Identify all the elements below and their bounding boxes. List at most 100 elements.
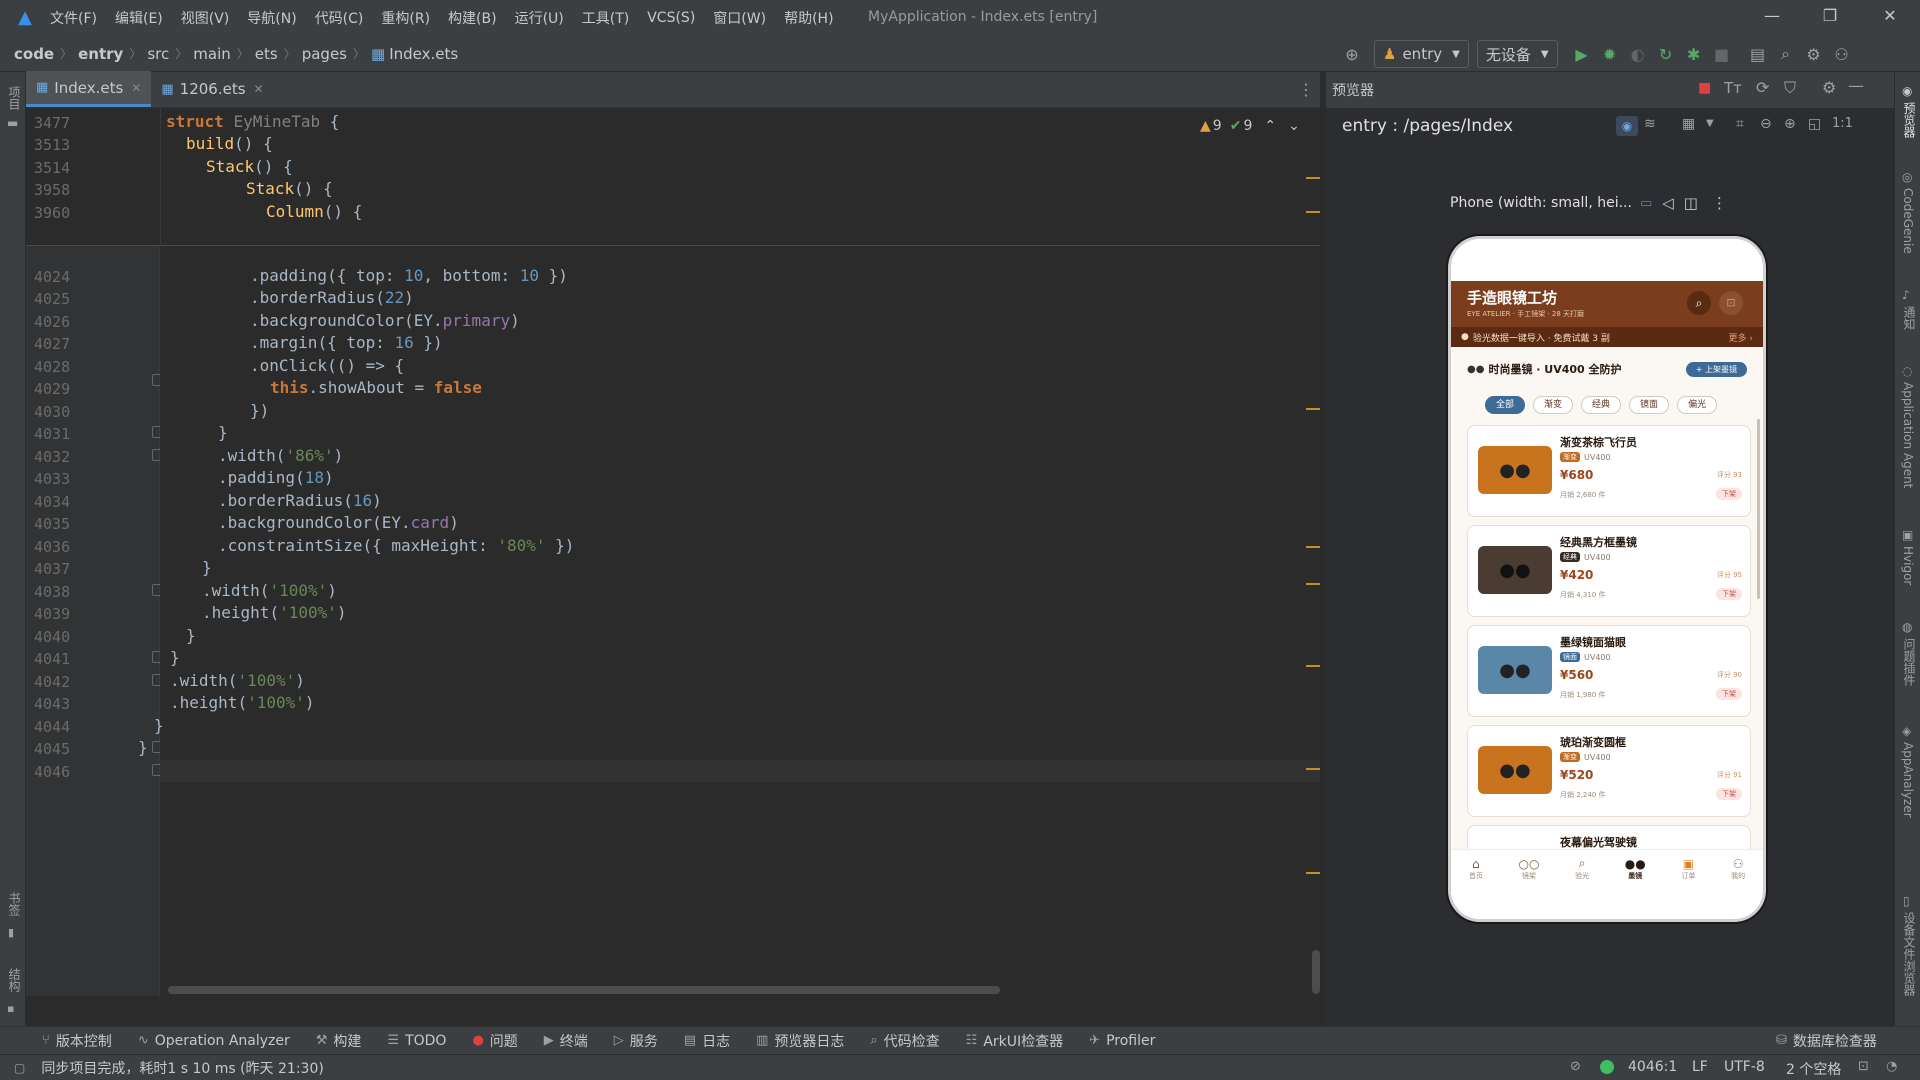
warning-marker[interactable] [1306, 768, 1320, 770]
menu-navigate[interactable]: 导航(N) [247, 8, 296, 28]
previewer-tool-button[interactable]: 预览器 [1901, 102, 1918, 138]
tab-home[interactable]: ⌂ 首页 [1469, 857, 1483, 881]
chevron-up-icon[interactable]: ⌃ [1264, 118, 1276, 134]
warning-marker[interactable] [1306, 872, 1320, 874]
inspector-icon[interactable]: ⛉ [1784, 78, 1796, 98]
menu-tools[interactable]: 工具(T) [582, 8, 629, 28]
delist-button[interactable]: 下架 [1716, 488, 1742, 500]
product-list[interactable]: ●● 渐变茶棕飞行员 渐变 UV400 ¥680 月销 2,680 件 评分 93… [1451, 419, 1763, 849]
chevron-down-icon[interactable]: ⌄ [1288, 118, 1300, 134]
arkui-inspector-button[interactable]: ☷ ArkUI检查器 [966, 1031, 1063, 1051]
debug-icon[interactable]: ✹ [1596, 45, 1624, 64]
notifications-tool-button[interactable]: 通知 [1901, 306, 1918, 330]
version-control-button[interactable]: ⑂ 版本控制 [42, 1031, 112, 1051]
vertical-scrollbar[interactable] [1312, 950, 1320, 994]
tab-mine[interactable]: ⚇ 我的 [1731, 857, 1745, 881]
build-button[interactable]: ⚒ 构建 [316, 1031, 362, 1051]
menu-refactor[interactable]: 重构(R) [381, 8, 430, 28]
breadcrumb-item[interactable]: ets 〉 [255, 45, 302, 63]
search-icon[interactable]: ⌕ [1687, 291, 1711, 315]
menu-edit[interactable]: 编辑(E) [115, 8, 163, 28]
line-separator[interactable]: LF [1692, 1059, 1708, 1075]
device-selector[interactable]: 无设备 ▼ [1476, 40, 1558, 68]
warning-marker[interactable] [1306, 211, 1320, 213]
target-icon[interactable]: ⊕ [1338, 45, 1366, 64]
menu-vcs[interactable]: VCS(S) [647, 10, 695, 26]
status-message[interactable]: 同步项目完成，耗时1 s 10 ms (昨天 21:30) [41, 1058, 323, 1078]
run-icon[interactable]: ▶ [1568, 45, 1596, 64]
appanalyzer-tool-button[interactable]: AppAnalyzer [1901, 742, 1915, 818]
breadcrumb-item[interactable]: main 〉 [193, 45, 255, 63]
menu-code[interactable]: 代码(C) [315, 8, 364, 28]
breadcrumb-item[interactable]: ▦ Index.ets [371, 45, 458, 63]
preview-eye-icon[interactable]: ◉ [1616, 116, 1638, 136]
tab-optometry[interactable]: ⌕ 验光 [1575, 856, 1589, 881]
minimize-icon[interactable]: — [1752, 6, 1792, 30]
menu-build[interactable]: 构建(B) [448, 8, 497, 28]
settings-icon[interactable]: ⚙ [1800, 45, 1828, 64]
warning-marker[interactable] [1306, 408, 1320, 410]
warning-marker[interactable] [1306, 665, 1320, 667]
chevron-down-icon[interactable]: ▼ [1706, 118, 1714, 129]
breadcrumb-item[interactable]: code 〉 [14, 45, 78, 63]
back-icon[interactable]: ◁ [1662, 194, 1674, 212]
horizontal-scrollbar[interactable] [168, 986, 1000, 994]
list-scrollbar[interactable] [1757, 419, 1760, 599]
more-options-icon[interactable]: ⋮ [1712, 194, 1727, 212]
phone-preview[interactable]: 手造眼镜工坊 EYE ATELIER · 手工镜架 · 28 天打磨 ⌕ ⊡ ●… [1448, 236, 1766, 922]
database-inspector-button[interactable]: ⛁ 数据库检查器 [1776, 1031, 1877, 1051]
rotate-icon[interactable]: ◫ [1684, 194, 1698, 212]
terminal-button[interactable]: ▶ 终端 [544, 1031, 588, 1051]
ticker-more-link[interactable]: 更多 › [1729, 331, 1753, 344]
application-agent-tool-button[interactable]: Application Agent [1901, 382, 1915, 488]
profile-icon[interactable]: ✱ [1680, 45, 1708, 64]
breadcrumb-item[interactable]: src 〉 [147, 45, 193, 63]
code-linter-button[interactable]: ⌕ 代码检查 [870, 1031, 939, 1051]
device-manager-icon[interactable]: ▤ [1744, 45, 1772, 64]
announcement-ticker[interactable]: ● 验光数据一键导入 · 免费试戴 3 副 更多 › [1451, 327, 1763, 347]
warning-marker[interactable] [1306, 546, 1320, 548]
font-size-icon[interactable]: Tт [1724, 79, 1742, 97]
device-label[interactable]: Phone (width: small, hei... [1450, 195, 1632, 211]
chip-gradient[interactable]: 渐变 [1533, 396, 1574, 414]
delist-button[interactable]: 下架 [1716, 588, 1742, 600]
menu-run[interactable]: 运行(U) [515, 8, 564, 28]
fit-icon[interactable]: ◱ [1808, 116, 1821, 132]
product-card[interactable]: ●● 经典黑方框墨镜 经典 UV400 ¥420 月销 4,310 件 评分 95… [1467, 525, 1751, 617]
status-ok-icon[interactable] [1600, 1060, 1614, 1074]
hvigor-tool-button[interactable]: Hvigor [1901, 546, 1915, 585]
account-icon[interactable]: ⚇ [1828, 45, 1856, 64]
tab-index-ets[interactable]: ▦ Index.ets ✕ [26, 71, 152, 107]
search-icon[interactable]: ⌕ [1772, 44, 1800, 64]
bookmarks-tool-button[interactable]: 书签 [6, 892, 23, 916]
problems-plugin-tool-button[interactable]: 问题插件 [1901, 638, 1918, 686]
product-card[interactable]: 夜幕偏光驾驶镜 [1467, 825, 1751, 849]
tab-frames[interactable]: ○○ 镜架 [1519, 857, 1540, 881]
indent-setting[interactable]: 2 个空格 [1786, 1059, 1841, 1079]
device-file-browser-tool-button[interactable]: 设备文件浏览器 [1901, 912, 1918, 996]
notifications-icon[interactable]: ◔ [1886, 1059, 1897, 1074]
chip-mirror[interactable]: 镜面 [1629, 396, 1670, 414]
hide-panel-icon[interactable]: — [1848, 76, 1864, 95]
caret-position[interactable]: 4046:1 [1628, 1059, 1677, 1075]
warning-marker[interactable] [1306, 177, 1320, 179]
layers-icon[interactable]: ≋ [1644, 116, 1656, 132]
project-tool-button[interactable]: 项目 [6, 86, 23, 110]
stop-icon[interactable]: ■ [1708, 45, 1736, 64]
services-button[interactable]: ▷ 服务 [614, 1031, 658, 1051]
delist-button[interactable]: 下架 [1716, 788, 1742, 800]
layout-icon[interactable]: ▢ [14, 1061, 25, 1075]
apply-changes-icon[interactable]: ↻ [1652, 45, 1680, 64]
stop-preview-icon[interactable]: ■ [1698, 80, 1711, 96]
actual-size-icon[interactable]: 1:1 [1832, 116, 1853, 131]
device-type-icon[interactable]: ▭ [1640, 196, 1652, 211]
tab-orders[interactable]: ▣ 订单 [1681, 857, 1695, 881]
zoom-in-icon[interactable]: ⊕ [1784, 116, 1796, 132]
product-card[interactable]: ●● 渐变茶棕飞行员 渐变 UV400 ¥680 月销 2,680 件 评分 93… [1467, 425, 1751, 517]
no-power-save-icon[interactable]: ⊘ [1570, 1059, 1581, 1074]
close-tab-icon[interactable]: ✕ [131, 81, 141, 95]
settings-icon[interactable]: ⚙ [1822, 78, 1836, 97]
zoom-out-icon[interactable]: ⊖ [1760, 116, 1772, 132]
module-selector[interactable]: ♟ entry ▼ [1374, 40, 1469, 68]
inspection-widget[interactable]: ▲ 9 ✔ 9 ⌃ ⌄ [1200, 118, 1300, 134]
